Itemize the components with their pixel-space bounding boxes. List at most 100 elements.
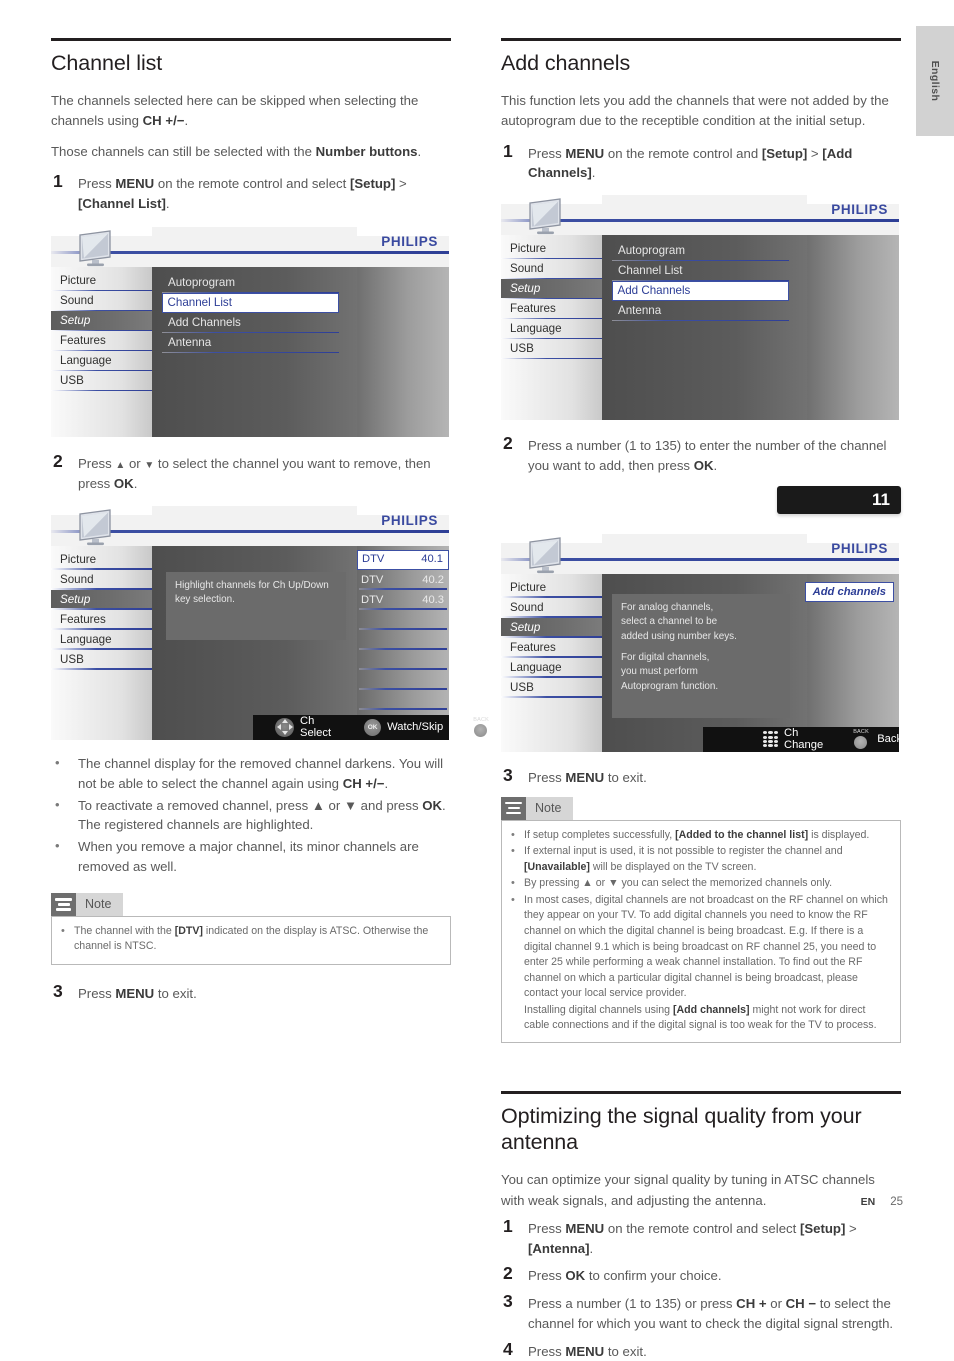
- r-step1-a: Press: [528, 145, 566, 161]
- sidebar-item-features[interactable]: Features: [51, 331, 152, 352]
- sidebar-item-setup[interactable]: Setup: [501, 279, 602, 300]
- sidebar-item-language[interactable]: Language: [501, 319, 602, 340]
- menu-item-autoprogram[interactable]: Autoprogram: [612, 241, 789, 262]
- sidebar-item-sound[interactable]: Sound: [501, 598, 602, 618]
- intro-period: .: [184, 113, 189, 129]
- page-footer: EN 25: [861, 1196, 903, 1208]
- sidebar-item-language[interactable]: Language: [51, 351, 152, 372]
- hint-line-5: you must perform: [621, 666, 698, 678]
- step2-d: .: [133, 476, 138, 492]
- key-hint-label: Watch/Skip: [387, 721, 444, 734]
- antenna-menu-ref: [Antenna]: [528, 1240, 590, 1256]
- sidebar-item-picture[interactable]: Picture: [501, 578, 602, 598]
- setup-menu-ref: [Setup]: [349, 175, 396, 191]
- channel-row-empty[interactable]: [357, 610, 449, 630]
- note-header: Note: [51, 892, 451, 916]
- add-channels-badge: Add channels: [804, 581, 894, 602]
- channel-row[interactable]: DTV 40.1: [357, 549, 449, 570]
- channel-list-panel: DTV 40.1 DTV 40.2 DTV 40.3: [357, 545, 449, 740]
- sidebar-item-picture[interactable]: Picture: [501, 239, 602, 260]
- o1-b: on the remote control and select: [604, 1220, 800, 1236]
- channel-number: 40.2: [422, 573, 444, 586]
- osd-sidebar: Picture Sound Setup Features Language US…: [501, 573, 602, 752]
- sidebar-item-setup[interactable]: Setup: [51, 589, 152, 610]
- optimizing-intro: You can optimize your signal quality by …: [501, 1172, 875, 1208]
- channel-row-empty[interactable]: [357, 650, 449, 670]
- osd-menu-list: Autoprogram Channel List Add Channels An…: [602, 235, 807, 322]
- menu-item-antenna[interactable]: Antenna: [612, 301, 789, 322]
- numpad-icon: [763, 731, 778, 748]
- hint-line-3: added using number keys.: [621, 630, 737, 642]
- step-2-channel-list: 2 Press ▲ or ▼ to select the channel you…: [51, 451, 451, 494]
- key-hint-ch-change: Ch Change: [763, 727, 823, 751]
- note-label: Note: [76, 892, 124, 916]
- section-rule-optimizing: [501, 1090, 901, 1094]
- menu-item-channel-list[interactable]: Channel List: [162, 293, 339, 314]
- hint-line-2: select a channel to be: [621, 616, 718, 628]
- step-number: 4: [503, 1338, 513, 1359]
- sidebar-item-usb[interactable]: USB: [501, 678, 602, 698]
- sidebar-item-setup[interactable]: Setup: [51, 311, 152, 332]
- sidebar-item-features[interactable]: Features: [51, 610, 152, 630]
- ok-key: OK: [422, 797, 443, 813]
- step-2-optimizing: 2 Press OK to confirm your choice.: [501, 1263, 901, 1286]
- menu-item-add-channels[interactable]: Add Channels: [162, 313, 339, 334]
- channel-number: 40.1: [421, 553, 443, 566]
- r-step3-a: Press: [528, 769, 566, 785]
- step-3-add-channels: 3 Press MENU to exit.: [501, 765, 901, 788]
- page-title-optimizing: Optimizing the signal quality from your …: [501, 1103, 862, 1155]
- sidebar-item-sound[interactable]: Sound: [501, 259, 602, 280]
- r-step1-b: on the remote control and: [604, 145, 762, 161]
- step-number: 1: [503, 140, 513, 161]
- sidebar-item-language[interactable]: Language: [501, 658, 602, 678]
- step-2-add-channels: 2 Press a number (1 to 135) to enter the…: [501, 433, 901, 476]
- menu-key: MENU: [115, 175, 155, 191]
- ch-plus-key: CH +: [736, 1296, 767, 1312]
- osd-screenshot-channel-skip: PHILIPS Picture Sound Setup Features Lan…: [51, 505, 522, 740]
- sidebar-item-setup[interactable]: Setup: [501, 617, 602, 638]
- sidebar-item-features[interactable]: Features: [501, 299, 602, 320]
- channel-row[interactable]: DTV 40.3: [357, 590, 449, 610]
- osd-right-pane: [807, 235, 899, 421]
- optimizing-section: Optimizing the signal quality from your …: [501, 1090, 901, 1361]
- channel-list-intro-1: The channels selected here can be skippe…: [51, 91, 451, 131]
- list-item: To reactivate a removed channel, press ▲…: [51, 795, 451, 836]
- menu-key: MENU: [565, 1220, 605, 1236]
- back-button-icon: BACK: [471, 717, 491, 737]
- menu-key: MENU: [115, 985, 155, 1001]
- ch-minus-key: CH −: [785, 1296, 817, 1312]
- sidebar-item-language[interactable]: Language: [51, 630, 152, 650]
- sidebar-item-sound[interactable]: Sound: [51, 570, 152, 590]
- sidebar-item-picture[interactable]: Picture: [51, 550, 152, 570]
- sidebar-item-features[interactable]: Features: [501, 638, 602, 658]
- menu-item-add-channels[interactable]: Add Channels: [612, 281, 789, 302]
- tv-icon: [529, 537, 561, 573]
- channel-row[interactable]: DTV 40.2: [357, 570, 449, 590]
- menu-item-antenna[interactable]: Antenna: [162, 333, 339, 354]
- sidebar-item-usb[interactable]: USB: [51, 650, 152, 670]
- osd-header: PHILIPS: [501, 195, 899, 236]
- step2-a: Press: [78, 456, 116, 472]
- osd-key-hint-bar: Ch Change BACK Back: [703, 726, 903, 752]
- step-text: Press a number (1 to 135) to enter the n…: [528, 438, 886, 473]
- note-box-add-channels: Note If setup completes successfully, [A…: [501, 796, 901, 1043]
- step3-b: to exit.: [154, 985, 197, 1001]
- key-hint-label: Ch Select: [300, 715, 332, 740]
- key-hint-label: Back: [877, 733, 903, 746]
- channel-row-empty[interactable]: [357, 670, 449, 690]
- osd-sidebar: Picture Sound Setup Features Language US…: [501, 235, 602, 421]
- channel-row-empty[interactable]: [357, 690, 449, 710]
- channel-banner-wrap: 11: [501, 485, 901, 528]
- optimizing-steps: 1 Press MENU on the remote control and s…: [501, 1216, 901, 1361]
- menu-item-channel-list[interactable]: Channel List: [612, 261, 789, 282]
- note-cont-a: Installing digital channels using: [524, 1003, 673, 1016]
- sidebar-item-picture[interactable]: Picture: [51, 271, 152, 292]
- sidebar-item-usb[interactable]: USB: [51, 371, 152, 392]
- menu-item-autoprogram[interactable]: Autoprogram: [162, 273, 339, 294]
- sidebar-item-usb[interactable]: USB: [501, 339, 602, 360]
- osd-main-panel: Autoprogram Channel List Add Channels An…: [602, 235, 899, 421]
- channel-number: 40.3: [422, 593, 444, 606]
- r-step1-d: .: [591, 165, 596, 181]
- sidebar-item-sound[interactable]: Sound: [51, 291, 152, 312]
- channel-row-empty[interactable]: [357, 630, 449, 650]
